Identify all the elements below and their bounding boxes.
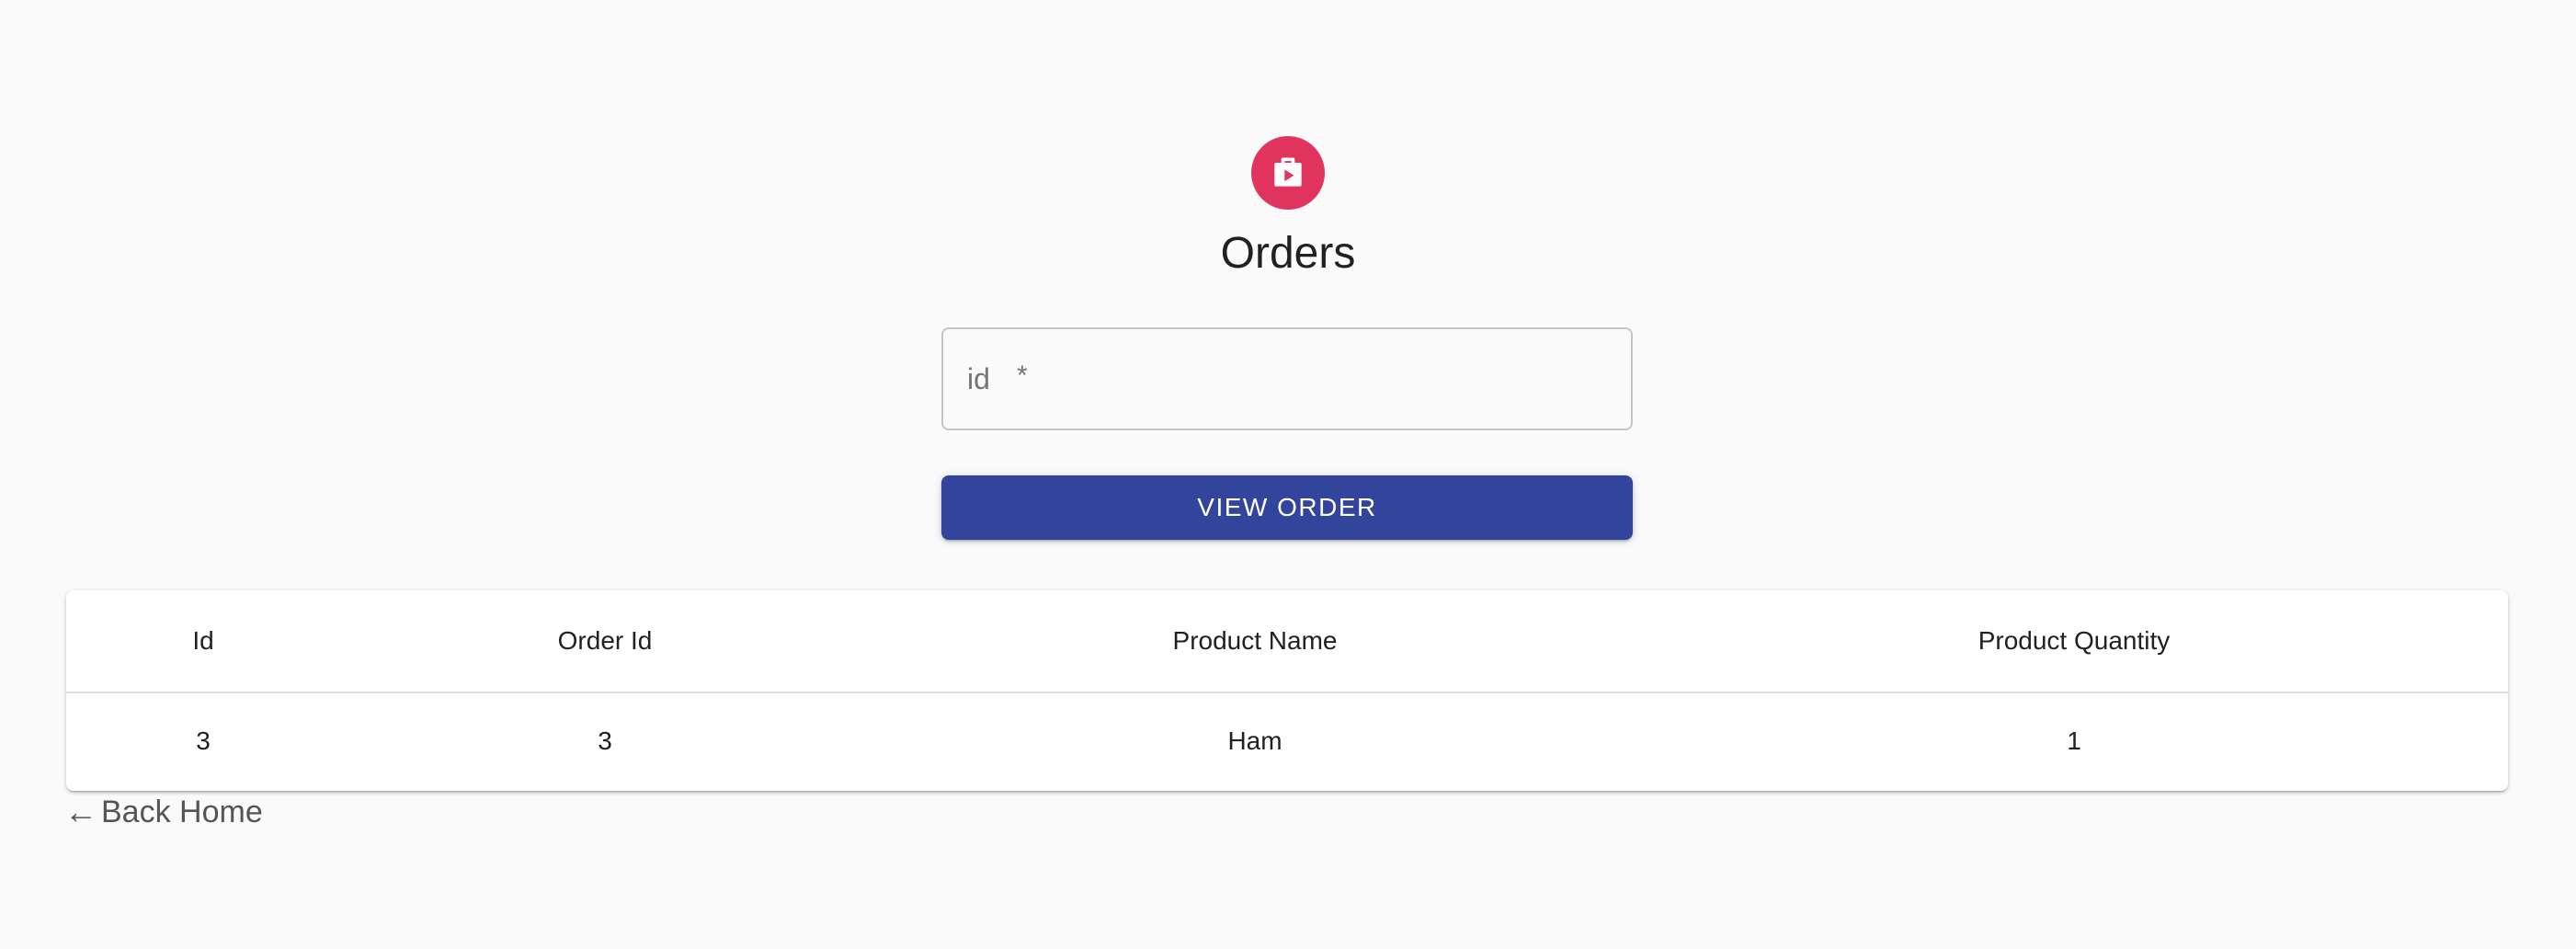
required-marker: * [1017, 360, 1028, 391]
order-table: Id Order Id Product Name Product Quantit… [66, 590, 2508, 789]
back-home-label: Back Home [101, 794, 263, 829]
orders-page: Orders * VIEW ORDER Id Order Id Product … [0, 0, 2576, 949]
cell-id: 3 [196, 726, 211, 755]
view-order-button[interactable]: VIEW ORDER [941, 475, 1633, 540]
id-field[interactable]: * [941, 327, 1633, 430]
cell-product-name: Ham [1227, 726, 1282, 755]
avatar [1251, 136, 1325, 210]
table-header-row: Id Order Id Product Name Product Quantit… [66, 590, 2508, 692]
column-header-id: Id [192, 626, 214, 655]
page-title: Orders [1220, 229, 1356, 278]
back-home-link[interactable]: ← Back Home [64, 793, 263, 831]
column-header-product-name: Product Name [1172, 626, 1338, 655]
column-header-order-id: Order Id [557, 626, 653, 655]
id-input[interactable] [967, 329, 1631, 429]
cell-product-quantity: 1 [2067, 726, 2081, 755]
shopping-bag-icon [1274, 157, 1302, 187]
column-header-product-quantity: Product Quantity [1978, 626, 2171, 655]
arrow-left-icon: ← [64, 793, 97, 830]
page-header: Orders [0, 136, 2576, 280]
order-table-container: Id Order Id Product Name Product Quantit… [66, 590, 2508, 791]
cell-order-id: 3 [598, 726, 612, 755]
table-row: 3 3 Ham 1 [66, 692, 2508, 789]
